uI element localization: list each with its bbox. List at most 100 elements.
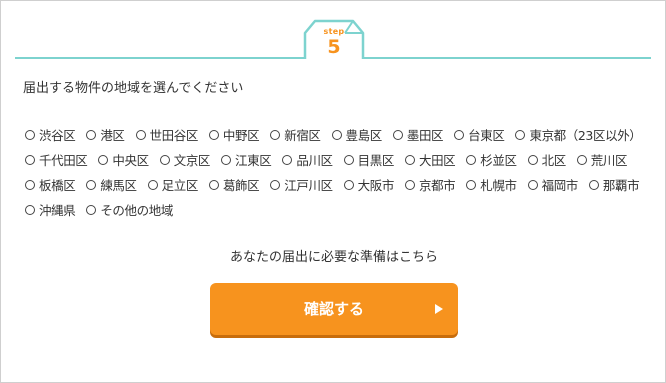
region-option[interactable]: 練馬区 <box>86 172 137 197</box>
radio-button[interactable] <box>135 129 146 140</box>
region-option-label: 福岡市 <box>541 178 579 193</box>
region-option-label: 沖縄県 <box>39 203 76 218</box>
region-option[interactable]: 墨田区 <box>392 122 444 147</box>
region-option-label: 目黒区 <box>357 153 395 168</box>
region-radio-group: 渋谷区 港区 世田谷区 中野区 新宿区 豊島区 墨田区 台東区 東京都（23区以外） 千代田区 中央… <box>25 122 655 222</box>
radio-button[interactable] <box>221 154 232 165</box>
region-option[interactable]: 台東区 <box>454 122 505 147</box>
radio-button[interactable] <box>86 204 97 215</box>
radio-button[interactable] <box>404 179 415 190</box>
radio-button[interactable] <box>25 179 35 190</box>
region-option[interactable]: 渋谷区 <box>25 122 76 147</box>
region-option-label: 墨田区 <box>406 128 444 143</box>
radio-button[interactable] <box>270 129 281 140</box>
region-option[interactable]: 目黒区 <box>343 147 395 172</box>
region-option-label: 荒川区 <box>590 153 628 168</box>
radio-button[interactable] <box>86 179 97 190</box>
region-option[interactable]: 千代田区 <box>25 147 88 172</box>
region-option-label: 那覇市 <box>602 178 640 193</box>
play-icon <box>435 304 443 314</box>
region-option-label: 東京都（23区以外） <box>529 128 642 143</box>
region-option-label: 京都市 <box>418 178 456 193</box>
region-option[interactable]: 葛飾区 <box>208 172 260 197</box>
region-option[interactable]: 福岡市 <box>527 172 579 197</box>
radio-button[interactable] <box>159 154 170 165</box>
region-option[interactable]: 大田区 <box>404 147 456 172</box>
region-option-label: その他の地域 <box>100 203 173 218</box>
step-indicator: step 5 <box>301 17 367 61</box>
region-option[interactable]: 板橋区 <box>25 172 76 197</box>
region-option[interactable]: 港区 <box>86 122 125 147</box>
region-option-label: 文京区 <box>173 153 211 168</box>
radio-button[interactable] <box>515 129 526 140</box>
region-option-label: 中央区 <box>112 153 149 168</box>
region-option-label: 江東区 <box>235 153 272 168</box>
radio-button[interactable] <box>576 154 587 165</box>
radio-button[interactable] <box>331 129 342 140</box>
region-option[interactable]: 京都市 <box>404 172 456 197</box>
region-option[interactable]: 世田谷区 <box>135 122 199 147</box>
region-option[interactable]: 東京都（23区以外） <box>515 122 642 147</box>
region-option-label: 足立区 <box>161 178 199 193</box>
region-option-label: 中野区 <box>222 128 260 143</box>
region-option[interactable]: 沖縄県 <box>25 197 76 222</box>
region-option[interactable]: その他の地域 <box>86 197 173 222</box>
region-option-label: 板橋区 <box>39 178 76 193</box>
radio-button[interactable] <box>392 129 403 140</box>
radio-button[interactable] <box>404 154 415 165</box>
radio-button[interactable] <box>466 154 477 165</box>
region-option[interactable]: 江東区 <box>221 147 272 172</box>
radio-button[interactable] <box>282 154 293 165</box>
radio-button[interactable] <box>86 129 97 140</box>
radio-button[interactable] <box>588 179 599 190</box>
region-option-label: 大阪市 <box>357 178 395 193</box>
region-option[interactable]: 品川区 <box>282 147 333 172</box>
region-option-label: 江戸川区 <box>284 178 333 193</box>
radio-button[interactable] <box>454 129 465 140</box>
region-heading: 届出する物件の地域を選んでください <box>23 81 244 96</box>
region-option[interactable]: 那覇市 <box>588 172 640 197</box>
region-option-label: 港区 <box>100 128 125 143</box>
radio-button[interactable] <box>25 204 35 215</box>
radio-button[interactable] <box>466 179 477 190</box>
step-panel: step 5 届出する物件の地域を選んでください 渋谷区 港区 世田谷区 中野区 新宿区… <box>0 0 666 383</box>
region-option[interactable]: 北区 <box>527 147 567 172</box>
region-option-label: 台東区 <box>468 128 505 143</box>
region-option[interactable]: 江戸川区 <box>270 172 333 197</box>
radio-button[interactable] <box>208 179 219 190</box>
region-option-label: 新宿区 <box>284 128 321 143</box>
radio-button[interactable] <box>270 179 281 190</box>
region-option-label: 北区 <box>541 153 567 168</box>
region-option-label: 品川区 <box>296 153 333 168</box>
step-number: 5 <box>327 36 341 58</box>
region-option-label: 札幌市 <box>480 178 517 193</box>
radio-button[interactable] <box>147 179 158 190</box>
region-option[interactable]: 足立区 <box>147 172 199 197</box>
region-option-label: 豊島区 <box>345 128 383 143</box>
preparation-prompt: あなたの届出に必要な準備はこちら <box>229 250 438 265</box>
region-option[interactable]: 中野区 <box>208 122 260 147</box>
radio-button[interactable] <box>527 154 538 165</box>
region-option-label: 渋谷区 <box>39 128 76 143</box>
region-option-label: 葛飾区 <box>222 178 260 193</box>
region-option[interactable]: 杉並区 <box>466 147 517 172</box>
region-option-label: 練馬区 <box>100 178 137 193</box>
radio-button[interactable] <box>208 129 219 140</box>
radio-button[interactable] <box>98 154 109 165</box>
region-option[interactable]: 荒川区 <box>576 147 628 172</box>
radio-button[interactable] <box>343 154 354 165</box>
region-option-label: 大田区 <box>418 153 456 168</box>
region-option[interactable]: 大阪市 <box>343 172 395 197</box>
radio-button[interactable] <box>25 129 35 140</box>
radio-button[interactable] <box>527 179 538 190</box>
region-option[interactable]: 中央区 <box>98 147 149 172</box>
region-option[interactable]: 豊島区 <box>331 122 383 147</box>
radio-button[interactable] <box>343 179 354 190</box>
region-option[interactable]: 文京区 <box>159 147 211 172</box>
region-option[interactable]: 札幌市 <box>466 172 517 197</box>
radio-button[interactable] <box>25 154 35 165</box>
confirm-button-label: 確認する <box>303 300 364 318</box>
region-option-label: 世田谷区 <box>149 128 199 143</box>
confirm-button[interactable]: 確認する <box>210 283 458 335</box>
region-option[interactable]: 新宿区 <box>270 122 321 147</box>
